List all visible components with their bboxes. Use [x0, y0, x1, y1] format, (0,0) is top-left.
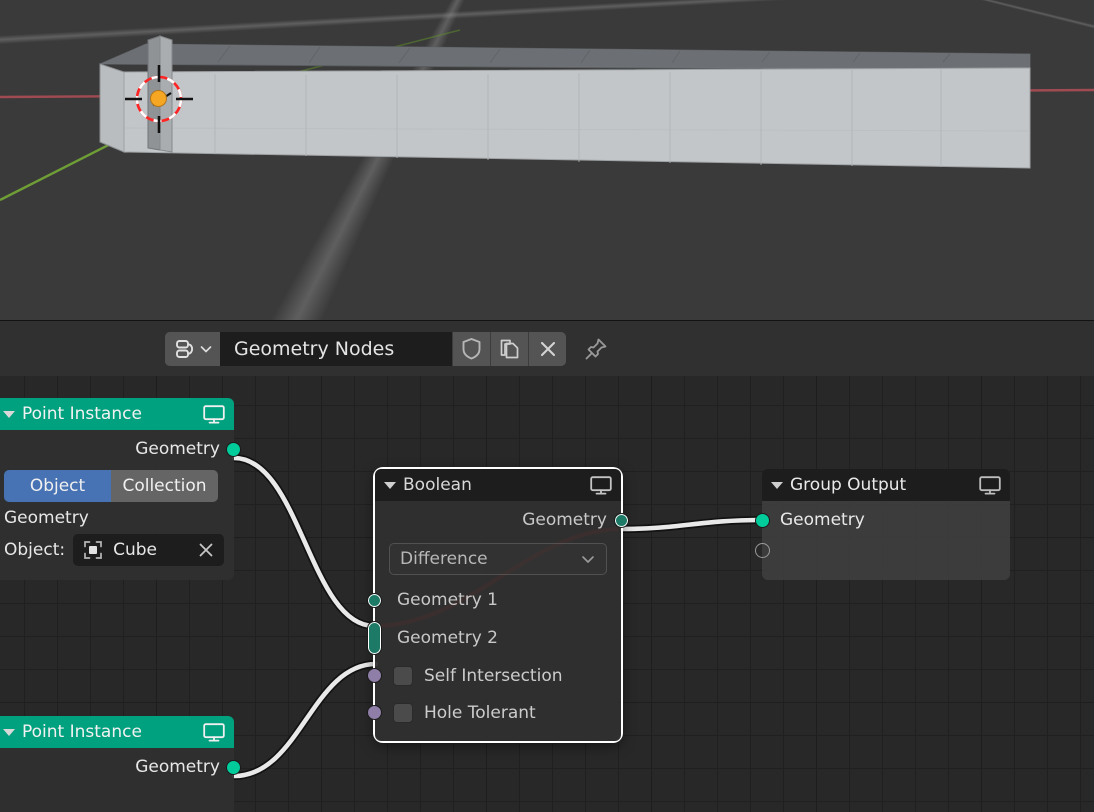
datablock-selector: Geometry Nodes	[165, 331, 566, 366]
socket-row-geometry-out: Geometry	[0, 430, 241, 468]
copy-icon	[500, 339, 519, 358]
socket-row-geometry-1: Geometry 1	[367, 581, 621, 619]
hole-tolerant-label: Hole Tolerant	[424, 702, 536, 723]
socket-label: Geometry	[135, 757, 220, 777]
node-tree-name-value: Geometry Nodes	[234, 337, 395, 360]
node-tree-browse-button[interactable]	[165, 331, 220, 366]
3d-viewport[interactable]	[0, 0, 1094, 320]
socket-row-hole-tolerant: Hole Tolerant	[367, 694, 621, 731]
cube-array-object[interactable]	[0, 0, 1094, 320]
node-boolean[interactable]: Boolean Geometry Difference Geometry 1 G…	[367, 469, 629, 741]
blender-window: Geometry Nodes Point Instance Geometry O…	[0, 0, 1094, 812]
output-socket-geometry[interactable]	[614, 513, 629, 528]
node-point-instance-2[interactable]: Point Instance Geometry	[0, 716, 241, 812]
monitor-icon[interactable]	[590, 475, 612, 495]
input-socket-self-intersection[interactable]	[367, 668, 382, 683]
boolean-operation-value: Difference	[400, 549, 488, 569]
node-header[interactable]: Boolean	[375, 469, 621, 501]
socket-label: Geometry	[522, 510, 607, 530]
output-socket-geometry[interactable]	[226, 442, 241, 457]
object-prefix-label: Object:	[4, 540, 66, 560]
monitor-icon[interactable]	[979, 475, 1001, 495]
triangle-down-icon[interactable]	[3, 728, 15, 736]
socket-row-self-intersection: Self Intersection	[367, 657, 621, 694]
geometry-input-label: Geometry	[4, 508, 89, 528]
object-picker-row: Object: Cube	[0, 534, 234, 574]
node-tree-icon	[176, 339, 194, 358]
input-socket-geometry-1[interactable]	[367, 593, 382, 608]
monitor-icon[interactable]	[203, 404, 225, 424]
clear-object-icon[interactable]	[197, 541, 215, 559]
triangle-down-icon[interactable]	[3, 410, 15, 418]
node-tree-name-input[interactable]: Geometry Nodes	[220, 331, 452, 366]
input-socket-extend[interactable]	[755, 543, 770, 558]
pin-editor-button[interactable]	[578, 332, 614, 366]
output-socket-geometry[interactable]	[226, 760, 241, 775]
chevron-down-icon	[582, 556, 594, 563]
socket-label: Geometry 1	[397, 590, 498, 610]
chevron-down-icon	[200, 345, 212, 352]
node-editor-header: Geometry Nodes	[0, 320, 1094, 376]
node-title: Point Instance	[22, 722, 142, 742]
self-intersection-checkbox[interactable]	[393, 665, 413, 686]
fake-user-button[interactable]	[452, 331, 490, 366]
socket-row-geometry-out: Geometry	[0, 748, 241, 786]
input-socket-geometry[interactable]	[755, 513, 770, 528]
instance-source-toggle[interactable]: Object Collection	[4, 470, 218, 502]
node-header[interactable]: Group Output	[762, 469, 1010, 501]
socket-label: Geometry 2	[397, 628, 498, 648]
node-group-output[interactable]: Group Output Geometry	[755, 469, 1010, 580]
toggle-object[interactable]: Object	[4, 470, 111, 502]
node-body: Geometry Difference Geometry 1 Geometry …	[367, 501, 629, 741]
node-body: Geometry	[755, 501, 1010, 580]
object-name-value: Cube	[113, 540, 157, 560]
node-body: Geometry Object Collection Geometry Obje…	[0, 430, 241, 580]
node-header[interactable]: Point Instance	[0, 398, 234, 430]
socket-row-geometry-in: Geometry	[755, 501, 1010, 539]
input-socket-geometry-2-multi[interactable]	[367, 621, 382, 655]
monitor-icon[interactable]	[203, 722, 225, 742]
geometry-node-editor[interactable]: Point Instance Geometry Object Collectio…	[0, 376, 1094, 812]
boolean-operation-dropdown[interactable]: Difference	[389, 543, 607, 575]
object-data-icon	[84, 541, 102, 559]
socket-row-geometry-2: Geometry 2	[367, 619, 621, 657]
socket-label: Geometry	[135, 439, 220, 459]
duplicate-datablock-button[interactable]	[490, 331, 528, 366]
object-origin	[150, 90, 167, 107]
pin-icon	[585, 338, 607, 359]
object-field[interactable]: Cube	[73, 534, 224, 566]
triangle-down-icon[interactable]	[384, 481, 396, 489]
socket-label: Geometry	[780, 510, 865, 530]
shield-icon	[462, 338, 481, 360]
node-header[interactable]: Point Instance	[0, 716, 234, 748]
socket-row-geometry-out: Geometry	[375, 501, 629, 539]
self-intersection-label: Self Intersection	[424, 665, 563, 686]
node-title: Group Output	[790, 475, 907, 495]
node-title: Point Instance	[22, 404, 142, 424]
input-socket-hole-tolerant[interactable]	[367, 705, 382, 720]
triangle-down-icon[interactable]	[771, 481, 783, 489]
socket-row-extend	[755, 539, 1010, 569]
node-body: Geometry	[0, 748, 241, 812]
close-icon	[540, 341, 555, 356]
hole-tolerant-checkbox[interactable]	[393, 702, 413, 723]
unlink-datablock-button[interactable]	[528, 331, 566, 366]
node-title: Boolean	[403, 475, 472, 495]
node-point-instance-1[interactable]: Point Instance Geometry Object Collectio…	[0, 398, 241, 580]
toggle-collection[interactable]: Collection	[111, 470, 218, 502]
